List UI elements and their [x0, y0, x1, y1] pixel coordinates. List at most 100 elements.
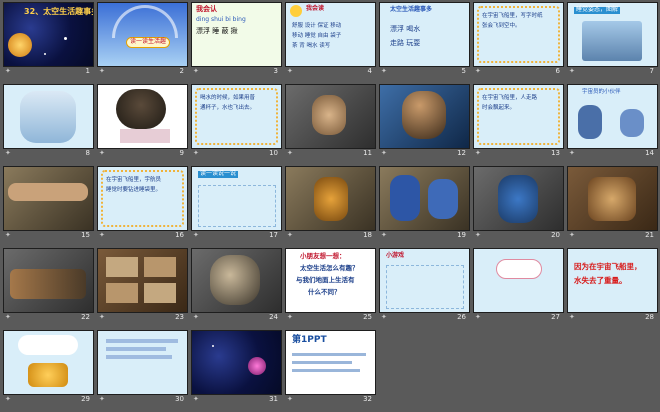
- slide-number: 32: [363, 395, 372, 403]
- slide-thumbnail[interactable]: 在宇宙飞船里，宇航员 睡觉时要钻进睡袋里。: [97, 166, 188, 231]
- slide-thumbnail[interactable]: [473, 248, 564, 313]
- transition-icon: ✦: [193, 231, 199, 239]
- slide-8[interactable]: ✦ 8: [3, 84, 94, 166]
- speech-bubble: [18, 335, 78, 355]
- slide-thumbnail[interactable]: 太空生活趣事多 漂浮 喝水 走路 玩耍: [379, 2, 470, 67]
- slide-thumbnail[interactable]: [191, 248, 282, 313]
- balloon-basket-image: [28, 363, 68, 387]
- slide-32[interactable]: 第1PPT ✦ 32: [285, 330, 376, 412]
- caption-box: [120, 129, 170, 143]
- body-text: 通杯子，水也飞出去。: [200, 105, 256, 111]
- slide-thumbnail[interactable]: 第1PPT: [285, 330, 376, 395]
- slide-thumbnail[interactable]: [3, 248, 94, 313]
- slide-thumbnail[interactable]: [97, 248, 188, 313]
- slide-number: 30: [175, 395, 184, 403]
- slide-thumbnail[interactable]: 读一读说一说: [191, 166, 282, 231]
- astronaut-photo: [314, 177, 348, 221]
- transition-icon: ✦: [381, 149, 387, 157]
- slide-12[interactable]: ✦ 12: [379, 84, 470, 166]
- slide-5[interactable]: 太空生活趣事多 漂浮 喝水 走路 玩耍 ✦ 5: [379, 2, 470, 84]
- astronaut-photo: [402, 91, 446, 139]
- slide-thumbnail[interactable]: [473, 166, 564, 231]
- content-box: [198, 185, 276, 227]
- slide-thumbnail[interactable]: 我会认 ding shui bi bing 漂浮 睡 蔽 揪: [191, 2, 282, 67]
- slide-19[interactable]: ✦ 19: [379, 166, 470, 248]
- slide-thumbnail[interactable]: [567, 166, 658, 231]
- slide-thumbnail[interactable]: [379, 166, 470, 231]
- slide-27[interactable]: ✦ 27: [473, 248, 564, 330]
- slide-thumbnail[interactable]: 读一读生活趣: [97, 2, 188, 67]
- slide-15[interactable]: ✦ 15: [3, 166, 94, 248]
- slide-thumbnail[interactable]: 32、太空生活趣事多: [3, 2, 94, 67]
- slide-14[interactable]: 宇宙员的小伙伴 ✦ 14: [567, 84, 658, 166]
- slide-number: 3: [273, 67, 278, 75]
- slide-11[interactable]: ✦ 11: [285, 84, 376, 166]
- slide-thumbnail[interactable]: 小游戏: [379, 248, 470, 313]
- word-row: 走路 玩耍: [390, 39, 421, 47]
- slide-31[interactable]: ✦ 31: [191, 330, 282, 412]
- rainbow-icon: [112, 5, 178, 38]
- body-text: 睡觉时要钻进睡袋里。: [106, 187, 162, 193]
- slide-20[interactable]: ✦ 20: [473, 166, 564, 248]
- slide-13[interactable]: 在宇宙飞船里，人走路 时会飘起来。 ✦ 13: [473, 84, 564, 166]
- pinyin-row: ding shui bi bing: [196, 16, 246, 23]
- slide-26[interactable]: 小游戏 ✦ 26: [379, 248, 470, 330]
- food-package: [106, 257, 138, 277]
- slide-28[interactable]: 因为在宇宙飞船里， 水失去了重量。 ✦ 28: [567, 248, 658, 330]
- slide-21[interactable]: ✦ 21: [567, 166, 658, 248]
- slide-23[interactable]: ✦ 23: [97, 248, 188, 330]
- slide-4[interactable]: 我会读 舒服 设计 保证 移动 移动 睡觉 自由 袋子 茶 背 喝水 读写 ✦ …: [285, 2, 376, 84]
- slide-number: 6: [555, 67, 560, 75]
- slide-number: 24: [269, 313, 278, 321]
- slide-number: 4: [367, 67, 372, 75]
- text-line: [292, 353, 366, 356]
- transition-icon: ✦: [5, 149, 11, 157]
- slide-thumbnail[interactable]: 小朋友想一想： 太空生活怎么有趣？ 与我们地面上生活有 什么不同？: [285, 248, 376, 313]
- slide-thumbnail[interactable]: [97, 330, 188, 395]
- slide-thumbnail[interactable]: 因为在宇宙飞船里， 水失去了重量。: [567, 248, 658, 313]
- slide-thumbnail[interactable]: [3, 330, 94, 395]
- slide-thumbnail[interactable]: [97, 84, 188, 149]
- slide-30[interactable]: ✦ 30: [97, 330, 188, 412]
- slide-6[interactable]: 在宇宙飞船里，写字时纸 张会飞到空中。 ✦ 6: [473, 2, 564, 84]
- slide-thumbnail[interactable]: [285, 84, 376, 149]
- slide-title: 小朋友想一想：: [300, 252, 346, 260]
- transition-icon: ✦: [193, 395, 199, 403]
- astronaut-figure: [578, 105, 602, 139]
- transition-icon: ✦: [287, 313, 293, 321]
- slide-number: 13: [551, 149, 560, 157]
- slide-thumbnail[interactable]: 睡觉姿态，图解: [567, 2, 658, 67]
- transition-icon: ✦: [475, 67, 481, 75]
- slide-22[interactable]: ✦ 22: [3, 248, 94, 330]
- astronaut-photo: [312, 95, 346, 135]
- slide-thumbnail[interactable]: 在宇宙飞船里，写字时纸 张会飞到空中。: [473, 2, 564, 67]
- astronaut-photo: [498, 175, 538, 223]
- slide-thumbnail[interactable]: [3, 84, 94, 149]
- slide-25[interactable]: 小朋友想一想： 太空生活怎么有趣？ 与我们地面上生活有 什么不同？ ✦ 25: [285, 248, 376, 330]
- transition-icon: ✦: [5, 231, 11, 239]
- slide-thumbnail[interactable]: [3, 166, 94, 231]
- slide-thumbnail[interactable]: [379, 84, 470, 149]
- slide-number: 16: [175, 231, 184, 239]
- slide-thumbnail[interactable]: 宇宙员的小伙伴: [567, 84, 658, 149]
- slide-thumbnail[interactable]: [285, 166, 376, 231]
- slide-29[interactable]: ✦ 29: [3, 330, 94, 412]
- slide-17[interactable]: 读一读说一说 ✦ 17: [191, 166, 282, 248]
- slide-16[interactable]: 在宇宙飞船里，宇航员 睡觉时要钻进睡袋里。 ✦ 16: [97, 166, 188, 248]
- transition-icon: ✦: [287, 67, 293, 75]
- slide-18[interactable]: ✦ 18: [285, 166, 376, 248]
- transition-icon: ✦: [475, 231, 481, 239]
- slide-thumbnail[interactable]: 喝水的时候，如果用普 通杯子，水也飞出去。: [191, 84, 282, 149]
- slide-10[interactable]: 喝水的时候，如果用普 通杯子，水也飞出去。 ✦ 10: [191, 84, 282, 166]
- slide-7[interactable]: 睡觉姿态，图解 ✦ 7: [567, 2, 658, 84]
- slide-2[interactable]: 读一读生活趣 ✦ 2: [97, 2, 188, 84]
- slide-3[interactable]: 我会认 ding shui bi bing 漂浮 睡 蔽 揪 ✦ 3: [191, 2, 282, 84]
- slide-24[interactable]: ✦ 24: [191, 248, 282, 330]
- slide-thumbnail[interactable]: 在宇宙飞船里，人走路 时会飘起来。: [473, 84, 564, 149]
- slide-9[interactable]: ✦ 9: [97, 84, 188, 166]
- food-package: [144, 257, 176, 277]
- slide-1[interactable]: 32、太空生活趣事多 ✦ 1: [3, 2, 94, 84]
- food-package: [106, 283, 138, 303]
- slide-thumbnail[interactable]: 我会读 舒服 设计 保证 移动 移动 睡觉 自由 袋子 茶 背 喝水 读写: [285, 2, 376, 67]
- slide-thumbnail[interactable]: [191, 330, 282, 395]
